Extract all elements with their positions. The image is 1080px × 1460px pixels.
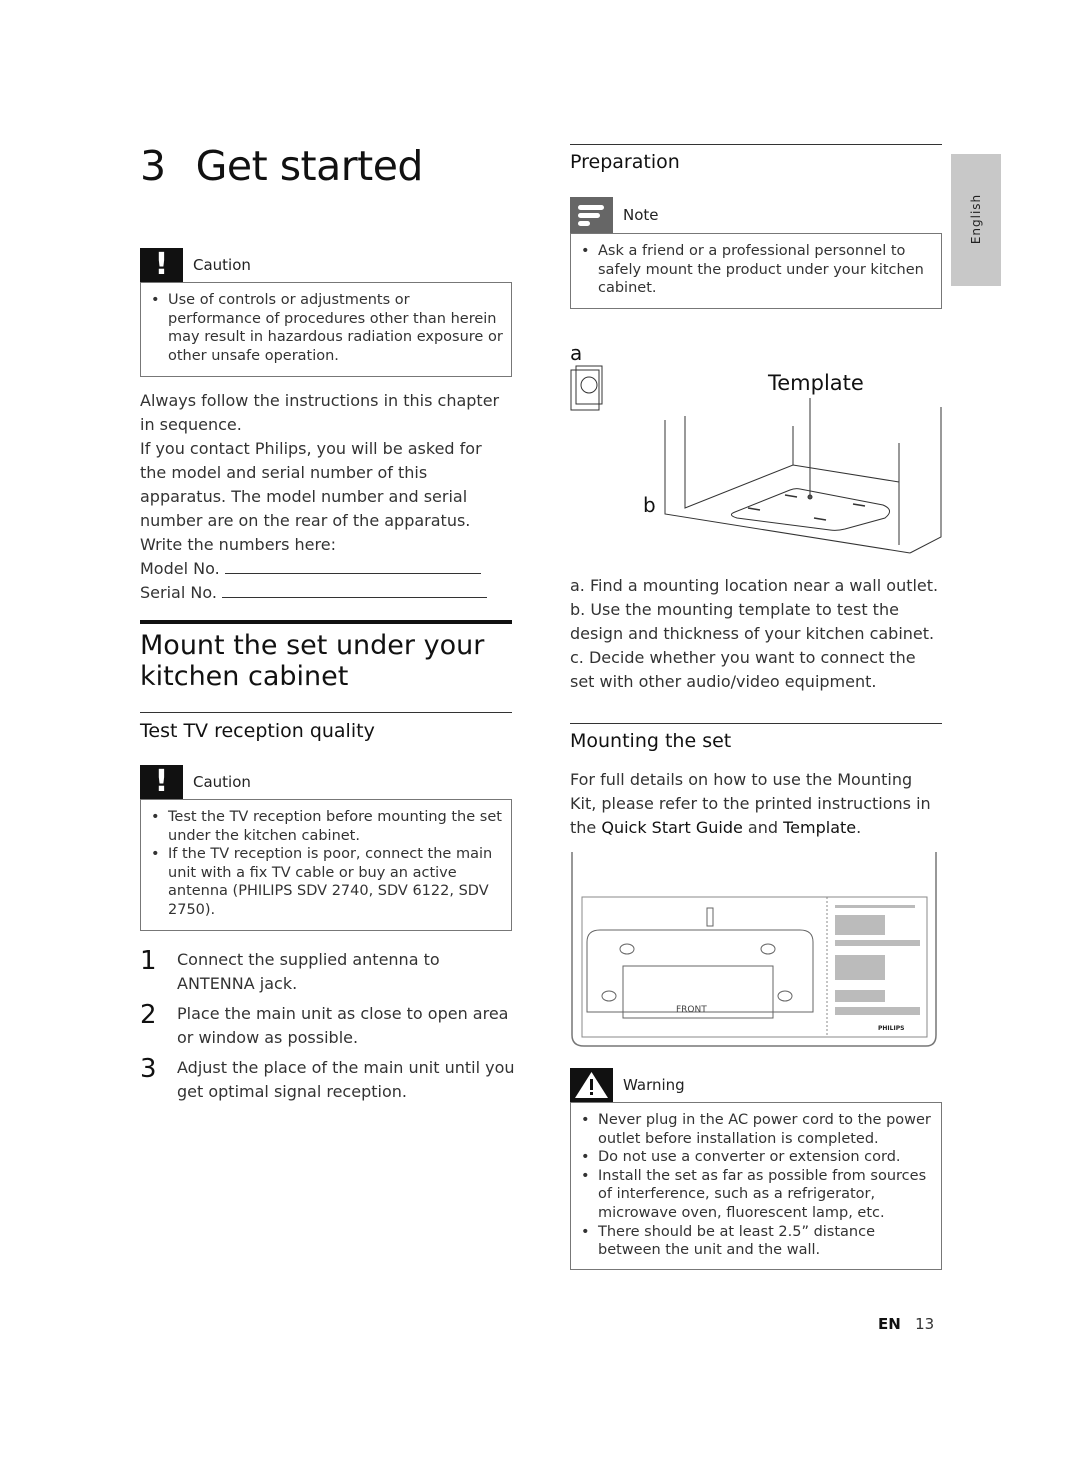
caution-label: Caution [193, 773, 251, 791]
language-tab-label: English [969, 193, 983, 245]
figure-step: c. Decide whether you want to connect th… [570, 648, 916, 691]
caution-box-2: ! Caution Test the TV reception before mo… [140, 765, 512, 931]
front-label: FRONT [676, 1005, 707, 1015]
mounting-text: For full details on how to use the Mount… [570, 768, 942, 840]
warning-item: Do not use a converter or extension cord… [581, 1148, 933, 1167]
figure-label-a: a [570, 341, 582, 365]
warning-item: Never plug in the AC power cord to the p… [581, 1111, 933, 1148]
intro-paragraph-2: If you contact Philips, you will be aske… [140, 439, 482, 554]
exclamation-icon: ! [140, 765, 183, 799]
caution-box-1: ! Caution Use of controls or adjustments … [140, 248, 512, 377]
step-item: 2 Place the main unit as close to open ar… [140, 1000, 515, 1056]
wall-outlet-icon [570, 365, 603, 411]
subsection-rule [140, 712, 512, 713]
steps-list: 1 Connect the supplied antenna to ANTENNA… [140, 946, 515, 1110]
intro-paragraph-1: Always follow the instructions in this c… [140, 391, 500, 434]
serial-number-field: Serial No. [140, 581, 512, 605]
step-number: 3 [140, 1054, 157, 1084]
caution-label: Caution [193, 256, 251, 274]
model-number-field: Model No. [140, 557, 512, 581]
step-number: 1 [140, 946, 157, 976]
subsection-rule [570, 723, 942, 724]
chapter-number: 3 [140, 142, 166, 190]
note-item: Ask a friend or a professional personnel… [581, 242, 933, 298]
intro-text: Always follow the instructions in this c… [140, 389, 512, 605]
manual-page: English 3 Get started ! Caution Use of con… [0, 0, 1080, 1460]
quick-start-guide-ref: Quick Start Guide [601, 818, 743, 837]
figure-label-b: b [643, 493, 656, 517]
figure-step: b. Use the mounting template to test the… [570, 600, 935, 643]
exclamation-icon: ! [140, 248, 183, 282]
page-number: 13 [915, 1315, 935, 1333]
section-title: Mount the set under your kitchen cabinet [140, 630, 485, 692]
step-item: 1 Connect the supplied antenna to ANTENNA… [140, 946, 515, 1002]
note-label: Note [623, 205, 659, 224]
figure-step: a. Find a mounting location near a wall … [570, 576, 939, 595]
subsection-title: Test TV reception quality [140, 720, 375, 742]
page-footer: EN 13 [878, 1315, 934, 1333]
preparation-title: Preparation [570, 151, 680, 173]
note-box: Note Ask a friend or a professional pers… [570, 196, 942, 309]
serial-label: Serial No. [140, 583, 217, 602]
caution-item: Test the TV reception before mounting th… [151, 808, 503, 845]
warning-triangle-icon [570, 1068, 613, 1102]
step-text: Adjust the place of the main unit until … [177, 1058, 515, 1101]
model-label: Model No. [140, 559, 220, 578]
note-icon [570, 196, 613, 233]
mounting-title: Mounting the set [570, 730, 732, 752]
chapter-heading: 3 Get started [140, 142, 423, 190]
warning-item: Install the set as far as possible from … [581, 1167, 933, 1223]
step-item: 3 Adjust the place of the main unit until… [140, 1054, 515, 1110]
mounting-template-illustration: FRONT PHILIPS [571, 852, 937, 1047]
language-tab: English [951, 154, 1001, 286]
cabinet-template-illustration: a Template b [570, 341, 942, 554]
template-ref: Template [783, 818, 857, 837]
step-text: Place the main unit as close to open are… [177, 1004, 509, 1047]
footer-language: EN [878, 1315, 901, 1333]
caution-item: If the TV reception is poor, connect the… [151, 845, 503, 919]
step-number: 2 [140, 1000, 157, 1030]
serial-number-line[interactable] [222, 581, 488, 598]
chapter-title: Get started [195, 142, 424, 190]
model-number-line[interactable] [224, 557, 481, 574]
warning-item: There should be at least 2.5” distance b… [581, 1223, 933, 1260]
warning-box: Warning Never plug in the AC power cord … [570, 1068, 942, 1270]
philips-logo: PHILIPS [878, 1025, 904, 1032]
mounting-text-part: . [856, 818, 862, 837]
caution-item: Use of controls or adjustments or perfor… [151, 291, 503, 365]
figure-steps: a. Find a mounting location near a wall … [570, 574, 942, 694]
section-rule [140, 620, 512, 624]
mounting-text-part: and [742, 818, 784, 837]
subsection-rule [570, 144, 942, 145]
step-text: Connect the supplied antenna to ANTENNA … [177, 950, 440, 993]
template-label: Template [767, 371, 864, 395]
warning-label: Warning [623, 1076, 685, 1094]
